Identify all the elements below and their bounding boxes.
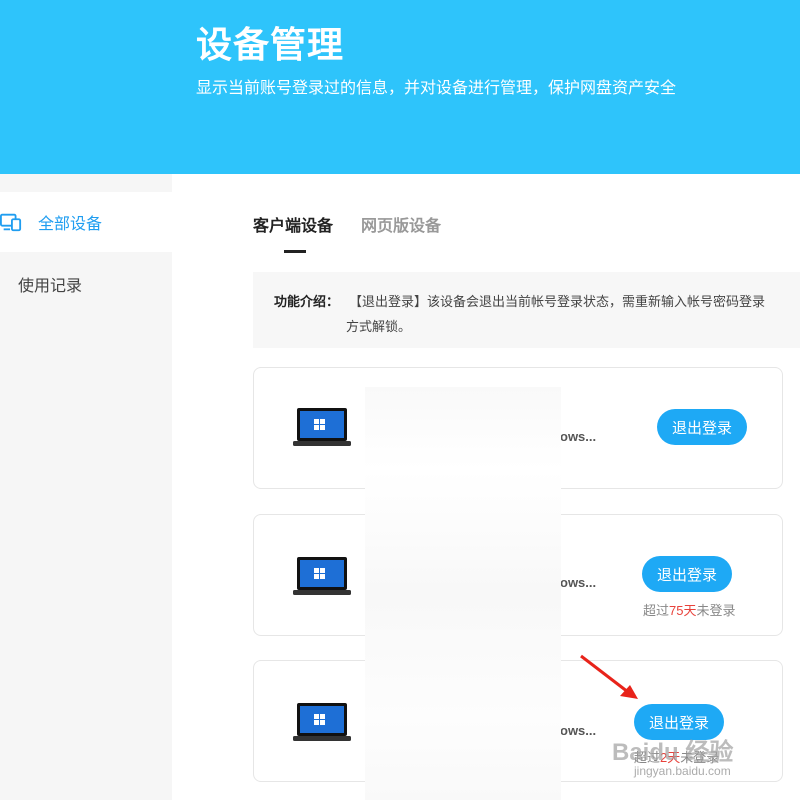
sidebar-item-label: 全部设备 (38, 216, 103, 233)
notice-title: 功能介绍： (274, 294, 340, 309)
windows-laptop-icon (293, 703, 351, 741)
last-login-status: 超过75天未登录 (643, 603, 736, 618)
tab-client-devices[interactable]: 客户端设备 (253, 212, 333, 236)
sidebar-item-usage-records[interactable]: 使用记录 (0, 254, 172, 314)
feature-notice: 功能介绍： 【退出登录】该设备会退出当前帐号登录状态，需重新输入帐号密码登录 方… (253, 272, 800, 348)
logout-button[interactable]: 退出登录 (657, 409, 747, 445)
baidu-watermark-url: jingyan.baidu.com (634, 764, 731, 778)
notice-text: 【退出登录】该设备会退出当前帐号登录状态，需重新输入帐号密码登录 (349, 294, 766, 309)
device-os-name: ows... (560, 723, 597, 738)
sidebar-item-label: 使用记录 (18, 278, 83, 295)
active-tab-indicator (284, 250, 306, 253)
notice-text-continued: 方式解锁。 (346, 319, 412, 334)
page-header: 设备管理 显示当前账号登录过的信息，并对设备进行管理，保护网盘资产安全 (0, 0, 800, 174)
sidebar: 全部设备 使用记录 (0, 174, 172, 800)
page-subtitle: 显示当前账号登录过的信息，并对设备进行管理，保护网盘资产安全 (196, 80, 677, 97)
sidebar-item-all-devices[interactable]: 全部设备 (0, 192, 172, 252)
red-arrow-annotation (580, 654, 638, 699)
windows-laptop-icon (293, 557, 351, 595)
devices-icon (0, 213, 22, 232)
tab-web-devices[interactable]: 网页版设备 (361, 212, 441, 236)
baidu-watermark: Baidu 经验 (612, 739, 734, 766)
device-os-name: ows... (560, 575, 597, 590)
device-os-name: ows... (560, 429, 597, 444)
windows-laptop-icon (293, 408, 351, 446)
privacy-blur-overlay (365, 387, 561, 800)
logout-button[interactable]: 退出登录 (642, 556, 732, 592)
page-title: 设备管理 (196, 24, 345, 65)
